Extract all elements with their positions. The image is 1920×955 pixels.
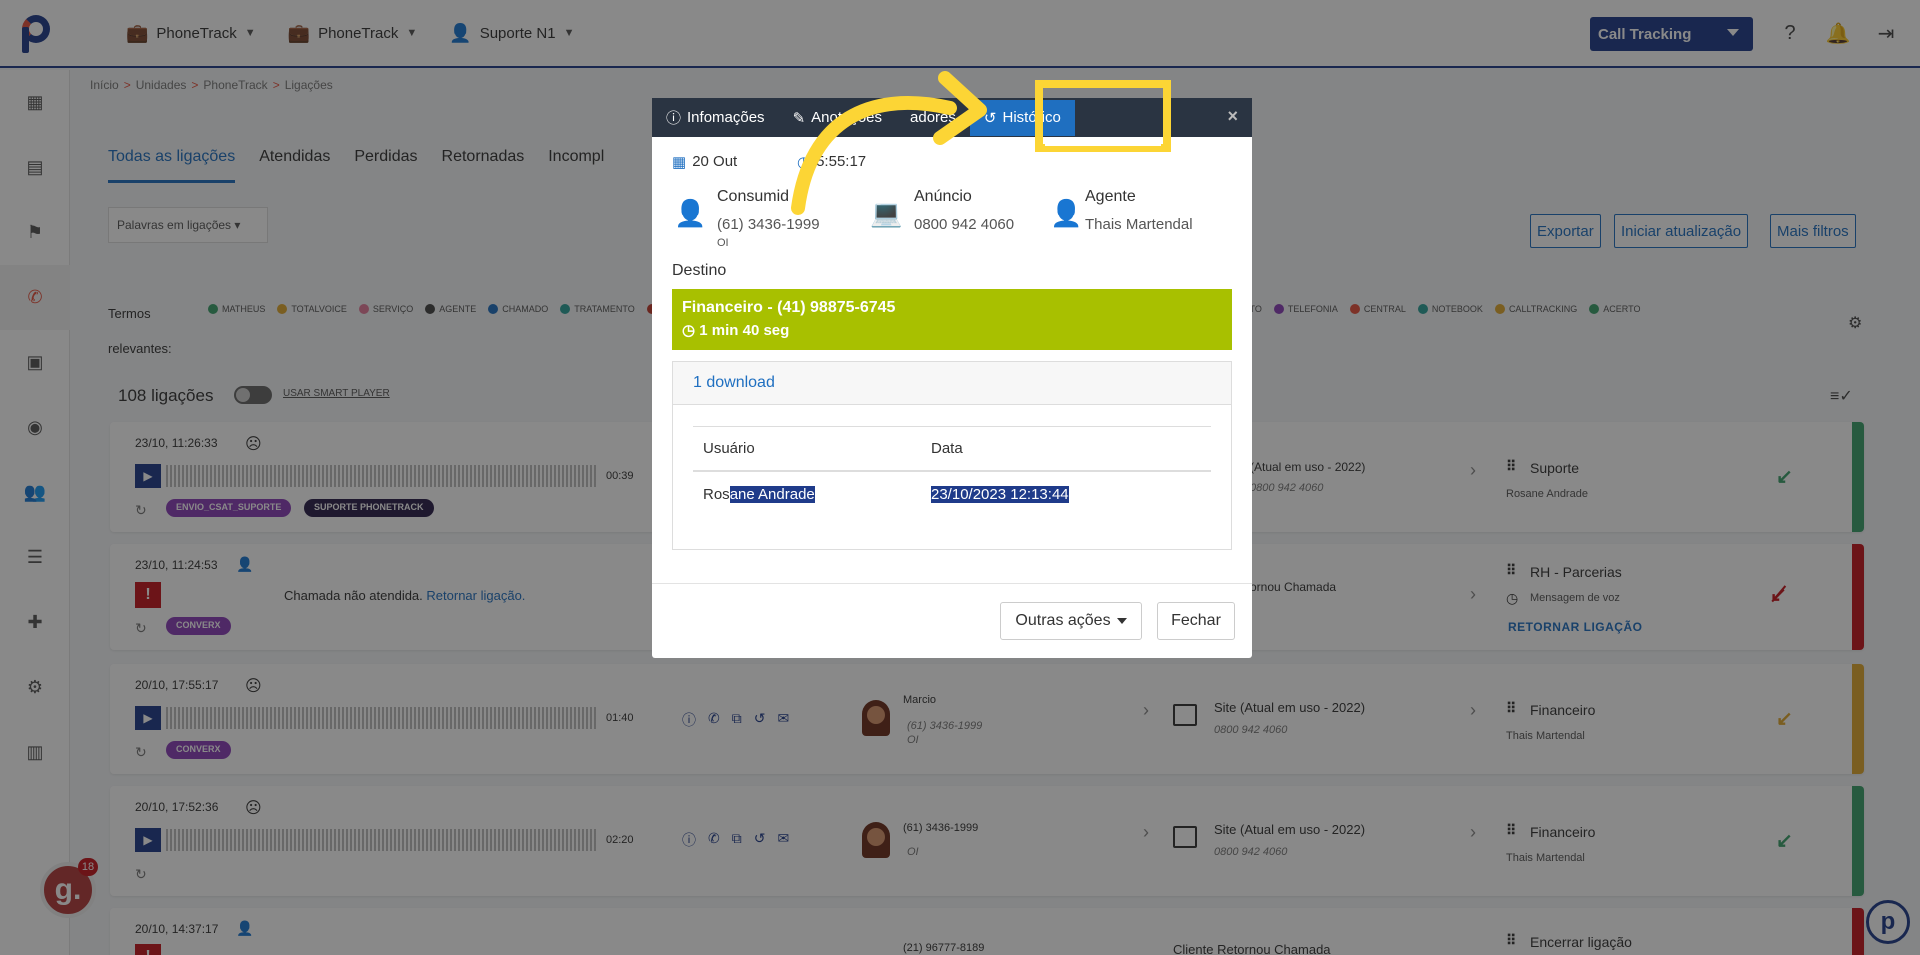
downloads-table: Usuário Data Rosane Andrade 23/10/2023 1… <box>693 426 1211 517</box>
downloads-panel: 1 download Usuário Data Rosane Andrade 2… <box>672 361 1232 550</box>
destination-duration: ◷ 1 min 40 seg <box>682 321 1222 339</box>
duration-value: 1 min 40 seg <box>699 322 790 339</box>
agent-name: Thais Martendal <box>1085 216 1193 233</box>
table-row: Rosane Andrade 23/10/2023 12:13:44 <box>693 472 1211 517</box>
date-text-selected: 23/10/2023 12:13:44 <box>931 486 1069 503</box>
info-icon: ⓘ <box>666 110 682 127</box>
tab-label: Infomações <box>687 109 765 126</box>
date-cell: 23/10/2023 12:13:44 <box>931 486 1211 503</box>
user-icon: 👤 <box>674 198 707 228</box>
destination-bar: Financeiro - (41) 98875-6745 ◷ 1 min 40 … <box>672 289 1232 350</box>
call-date: ▦ 20 Out <box>672 153 737 171</box>
tutorial-arrow-icon <box>791 71 987 215</box>
destination-line: Financeiro - (41) 98875-6745 <box>682 299 896 316</box>
downloads-header[interactable]: 1 download <box>673 362 1231 405</box>
clock-icon: ◷ <box>682 322 696 339</box>
table-header: Usuário Data <box>693 427 1211 472</box>
destination-label: Destino <box>672 262 727 279</box>
caret-down-icon <box>1116 618 1127 624</box>
more-actions-label: Outras ações <box>1015 612 1111 629</box>
user-text-selected: ane Andrade <box>729 486 815 503</box>
close-icon[interactable]: × <box>1227 106 1238 127</box>
col-date: Data <box>931 440 963 457</box>
date-value: 20 Out <box>692 153 738 170</box>
calendar-icon: ▦ <box>672 154 687 171</box>
tab-informacoes[interactable]: ⓘ Infomações <box>652 98 779 137</box>
col-user: Usuário <box>703 440 755 457</box>
agent-info: Agente Thais Martendal <box>1085 188 1193 233</box>
close-button[interactable]: Fechar <box>1157 602 1235 640</box>
agent-label: Agente <box>1085 188 1136 205</box>
user-text-a: Ros <box>703 486 730 503</box>
modal-footer-divider <box>652 583 1252 584</box>
user-cell: Rosane Andrade <box>693 486 931 503</box>
more-actions-button[interactable]: Outras ações <box>1000 602 1142 640</box>
